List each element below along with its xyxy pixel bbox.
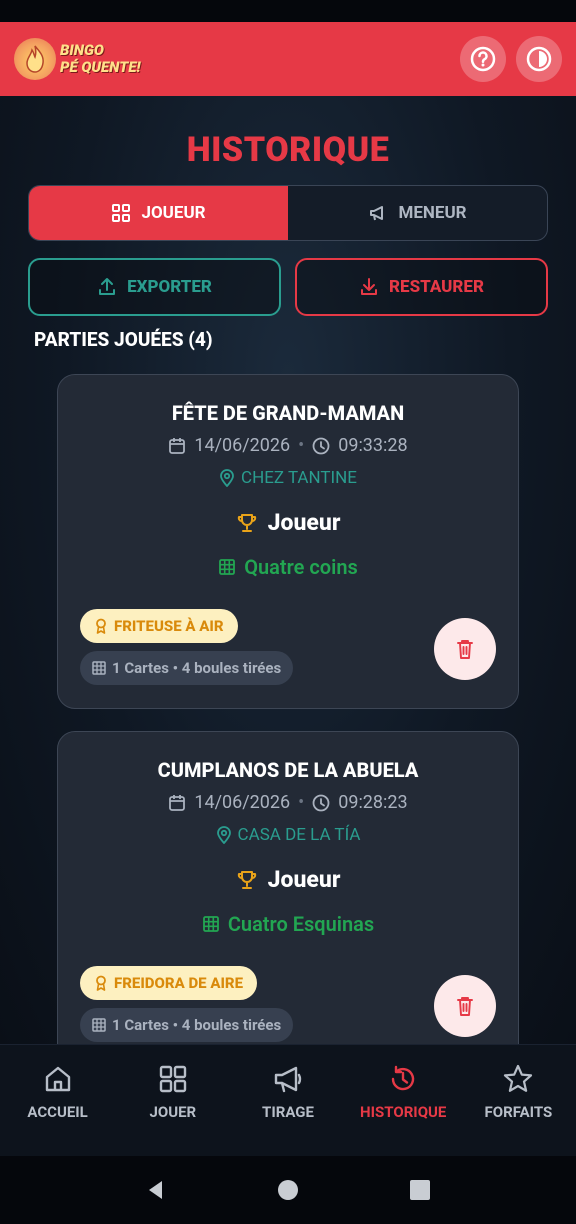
export-label: EXPORTER	[127, 277, 212, 297]
trash-icon	[457, 997, 473, 1016]
system-nav-bar	[0, 1156, 576, 1224]
section-title: PARTIES JOUÉES (4)	[34, 328, 213, 351]
nav-item-draw[interactable]: TIRAGE	[230, 1045, 345, 1157]
restore-button[interactable]: RESTAURER	[295, 258, 548, 316]
tab-player[interactable]: JOUEUR	[29, 186, 288, 240]
app-header: BINGO PÉ QUENTE!	[0, 22, 576, 96]
nav-label: HISTORIQUE	[360, 1103, 447, 1121]
question-icon	[470, 46, 496, 72]
game-name: FÊTE DE GRAND-MAMAN	[171, 401, 405, 425]
game-place: CHEZ TANTINE	[58, 468, 518, 488]
status-bar	[0, 0, 576, 22]
nav-item-history[interactable]: HISTORIQUE	[346, 1045, 461, 1157]
game-card[interactable]: CUMPLANOS DE LA ABUELA 14/06/2026 • 09:2…	[57, 731, 519, 1044]
trophy-icon	[237, 870, 256, 889]
logo-line-1: BINGO	[60, 41, 104, 59]
grid-table-icon	[92, 661, 106, 675]
home-circle-icon[interactable]	[276, 1178, 300, 1202]
trash-icon	[457, 640, 473, 659]
game-datetime: 14/06/2026 • 09:28:23	[58, 792, 518, 813]
bottom-nav: ACCUEIL JOUER TIRAGE HISTORIQUE FORFAITS	[0, 1044, 576, 1157]
history-icon	[392, 1065, 415, 1091]
stats-badge: 1 Cartes • 4 boules tirées	[80, 1008, 294, 1042]
game-place-label: CHEZ TANTINE	[241, 468, 357, 488]
game-date: 14/06/2026	[194, 792, 291, 813]
flame-foot-icon	[14, 38, 56, 80]
game-role: Joueur	[58, 509, 518, 536]
location-pin-icon	[216, 826, 231, 844]
delete-button[interactable]	[434, 618, 496, 680]
grid-icon	[159, 1065, 186, 1093]
nav-label: FORFAITS	[484, 1103, 553, 1121]
game-place-label: CASA DE LA TÍA	[237, 825, 361, 845]
game-pattern: Quatre coins	[58, 555, 518, 579]
home-icon	[45, 1066, 70, 1092]
app-logo[interactable]: BINGO PÉ QUENTE!	[14, 38, 141, 80]
restore-label: RESTAURER	[389, 277, 484, 297]
stats-badge: 1 Cartes • 4 boules tirées	[80, 651, 294, 685]
clock-icon	[312, 437, 330, 454]
grid-icon	[112, 204, 131, 222]
recents-icon[interactable]	[408, 1178, 432, 1202]
nav-item-play[interactable]: JOUER	[115, 1045, 230, 1157]
download-icon	[361, 278, 378, 295]
trophy-icon	[237, 513, 256, 532]
nav-label: JOUER	[149, 1103, 197, 1121]
tab-player-label: JOUEUR	[141, 203, 206, 223]
prize-badge: FREIDORA DE AIRE	[80, 966, 258, 1000]
nav-label: ACCUEIL	[27, 1103, 88, 1121]
megaphone-icon	[274, 1066, 302, 1093]
game-place: CASA DE LA TÍA	[58, 825, 518, 845]
calendar-icon	[169, 437, 186, 454]
game-time: 09:28:23	[338, 792, 408, 813]
tab-host-label: MENEUR	[398, 203, 467, 223]
ribbon-icon	[96, 618, 106, 634]
game-role: Joueur	[58, 866, 518, 893]
game-time: 09:33:28	[338, 435, 408, 456]
export-button[interactable]: EXPORTER	[28, 258, 281, 316]
game-date: 14/06/2026	[194, 435, 291, 456]
back-icon[interactable]	[144, 1178, 168, 1202]
game-role-label: Joueur	[267, 509, 341, 536]
action-row: EXPORTER RESTAURER	[28, 258, 548, 316]
grid-table-icon	[92, 1018, 106, 1032]
theme-toggle-icon	[526, 46, 552, 72]
nav-label: TIRAGE	[262, 1103, 314, 1121]
clock-icon	[312, 794, 330, 811]
history-screen: HISTORIQUE JOUEUR MENEUR EXPORTER RESTAU…	[0, 96, 576, 1044]
stats-label: 1 Cartes • 4 boules tirées	[112, 659, 282, 677]
grid-table-icon	[202, 916, 219, 932]
megaphone-icon	[370, 206, 384, 221]
logo-line-2: PÉ QUENTE!	[60, 58, 141, 76]
star-icon	[504, 1064, 533, 1092]
game-name: CUMPLANOS DE LA ABUELA	[157, 758, 419, 782]
stats-label: 1 Cartes • 4 boules tirées	[112, 1016, 282, 1034]
theme-toggle-button[interactable]	[516, 36, 562, 82]
prize-badge: FRITEUSE À AIR	[80, 609, 238, 643]
grid-table-icon	[219, 559, 236, 575]
game-role-label: Joueur	[267, 866, 341, 893]
tab-host[interactable]: MENEUR	[288, 186, 547, 240]
help-button[interactable]	[460, 36, 506, 82]
prize-label: FRITEUSE À AIR	[114, 617, 224, 635]
role-toggle: JOUEUR MENEUR	[28, 185, 548, 241]
game-pattern: Cuatro Esquinas	[58, 912, 518, 936]
location-pin-icon	[220, 469, 234, 487]
game-card[interactable]: FÊTE DE GRAND-MAMAN 14/06/2026 • 09:33:2…	[57, 374, 519, 709]
delete-button[interactable]	[434, 975, 496, 1037]
game-pattern-label: Cuatro Esquinas	[227, 912, 375, 936]
page-title: HISTORIQUE	[186, 130, 390, 170]
game-datetime: 14/06/2026 • 09:33:28	[58, 435, 518, 456]
calendar-icon	[169, 794, 186, 811]
game-pattern-label: Quatre coins	[244, 555, 358, 579]
nav-item-home[interactable]: ACCUEIL	[0, 1045, 115, 1157]
ribbon-icon	[96, 975, 106, 991]
prize-label: FREIDORA DE AIRE	[114, 974, 244, 992]
upload-icon	[99, 278, 116, 295]
nav-item-plans[interactable]: FORFAITS	[461, 1045, 576, 1157]
